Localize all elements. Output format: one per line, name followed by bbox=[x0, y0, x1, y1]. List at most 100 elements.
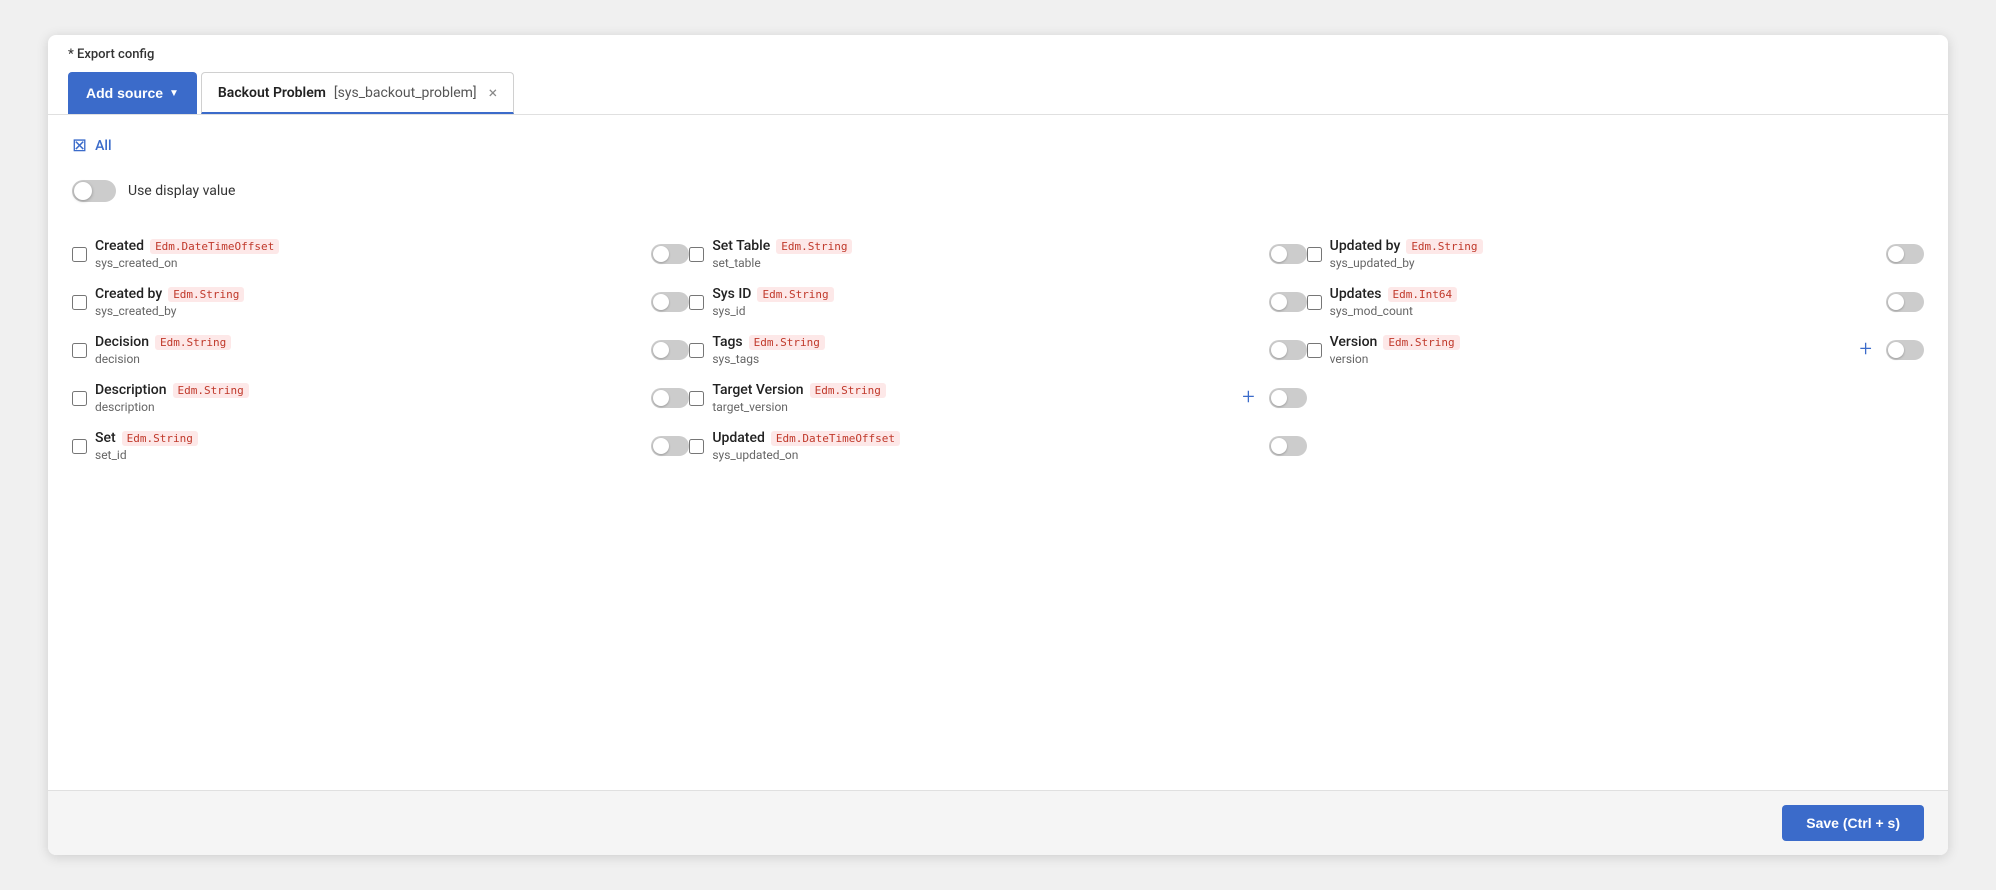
field-checkbox-version[interactable] bbox=[1307, 343, 1322, 358]
field-info: Created by Edm.String sys_created_by bbox=[95, 286, 643, 318]
tab-close-icon[interactable]: × bbox=[489, 85, 498, 101]
field-info: Target Version Edm.String target_version bbox=[712, 382, 1228, 414]
field-type-badge: Edm.String bbox=[776, 239, 852, 254]
field-name: Sys ID bbox=[712, 286, 751, 302]
tab-backout-problem[interactable]: Backout Problem [sys_backout_problem] × bbox=[201, 72, 514, 114]
use-display-value-toggle[interactable] bbox=[72, 180, 116, 202]
footer-bar: Save (Ctrl + s) bbox=[48, 790, 1948, 855]
field-row: Sys IDEdm.Stringsys_id bbox=[689, 278, 1306, 326]
field-display-toggle-sys_mod_count[interactable] bbox=[1886, 292, 1924, 312]
field-info: Description Edm.String description bbox=[95, 382, 643, 414]
field-checkbox-sys_updated_on[interactable] bbox=[689, 439, 704, 454]
field-display-toggle-version[interactable] bbox=[1886, 340, 1924, 360]
field-type-badge: Edm.Int64 bbox=[1388, 287, 1458, 302]
field-display-toggle-sys_updated_on[interactable] bbox=[1269, 436, 1307, 456]
add-condition-button[interactable]: + bbox=[1854, 337, 1878, 363]
field-checkbox-sys_created_on[interactable] bbox=[72, 247, 87, 262]
field-name: Updated by bbox=[1330, 238, 1401, 254]
field-info: VersionEdm.Stringversion bbox=[1330, 334, 1846, 366]
field-type-badge: Edm.String bbox=[168, 287, 244, 302]
save-button[interactable]: Save (Ctrl + s) bbox=[1782, 805, 1924, 841]
field-row: DecisionEdm.Stringdecision bbox=[72, 326, 689, 374]
field-display-toggle-sys_tags[interactable] bbox=[1269, 340, 1307, 360]
field-display-toggle-decision[interactable] bbox=[651, 340, 689, 360]
field-info: Sys IDEdm.Stringsys_id bbox=[712, 286, 1260, 318]
field-info: Set Table Edm.String set_table bbox=[712, 238, 1260, 270]
field-row: UpdatesEdm.Int64sys_mod_count bbox=[1307, 278, 1924, 326]
field-sys-name: description bbox=[95, 400, 643, 414]
field-sys-name: sys_created_on bbox=[95, 256, 643, 270]
filter-label[interactable]: All bbox=[95, 138, 111, 154]
filter-icon: ⊠ bbox=[72, 135, 87, 156]
field-checkbox-sys_created_by[interactable] bbox=[72, 295, 87, 310]
tab-name: Backout Problem bbox=[218, 85, 326, 101]
field-sys-name: sys_id bbox=[712, 304, 1260, 318]
header-bar: * Export config Add source ▼ Backout Pro… bbox=[48, 35, 1948, 115]
field-type-badge: Edm.DateTimeOffset bbox=[771, 431, 900, 446]
field-info: TagsEdm.Stringsys_tags bbox=[712, 334, 1260, 366]
field-checkbox-sys_tags[interactable] bbox=[689, 343, 704, 358]
fields-grid: CreatedEdm.DateTimeOffsetsys_created_onC… bbox=[72, 230, 1924, 470]
field-sys-name: sys_updated_on bbox=[712, 448, 1260, 462]
field-display-toggle-target_version[interactable] bbox=[1269, 388, 1307, 408]
field-display-toggle-set_id[interactable] bbox=[651, 436, 689, 456]
field-sys-name: target_version bbox=[712, 400, 1228, 414]
field-info: UpdatesEdm.Int64sys_mod_count bbox=[1330, 286, 1878, 318]
add-condition-button[interactable]: + bbox=[1236, 385, 1260, 411]
field-name: Tags bbox=[712, 334, 742, 350]
content-area: ⊠ All Use display value Created Edm.DateT… bbox=[48, 115, 1948, 790]
field-checkbox-target_version[interactable] bbox=[689, 391, 704, 406]
chevron-down-icon: ▼ bbox=[169, 88, 179, 99]
field-sys-name: set_id bbox=[95, 448, 643, 462]
field-checkbox-sys_mod_count[interactable] bbox=[1307, 295, 1322, 310]
field-name: Description bbox=[95, 382, 167, 398]
field-row: Created by Edm.String sys_created_by bbox=[72, 278, 689, 326]
field-name: Updated bbox=[712, 430, 765, 446]
field-checkbox-set_table[interactable] bbox=[689, 247, 704, 262]
field-name: Created by bbox=[95, 286, 162, 302]
field-row: Updated by Edm.String sys_updated_by bbox=[1307, 230, 1924, 278]
field-row: Set Edm.String set_id bbox=[72, 422, 689, 470]
field-checkbox-description[interactable] bbox=[72, 391, 87, 406]
field-info: DecisionEdm.Stringdecision bbox=[95, 334, 643, 366]
field-name: Target Version bbox=[712, 382, 803, 398]
field-display-toggle-sys_updated_by[interactable] bbox=[1886, 244, 1924, 264]
field-checkbox-sys_updated_by[interactable] bbox=[1307, 247, 1322, 262]
field-sys-name: sys_updated_by bbox=[1330, 256, 1878, 270]
field-type-badge: Edm.String bbox=[810, 383, 886, 398]
field-name: Created bbox=[95, 238, 144, 254]
field-row: TagsEdm.Stringsys_tags bbox=[689, 326, 1306, 374]
add-source-button[interactable]: Add source ▼ bbox=[68, 72, 197, 114]
field-type-badge: Edm.DateTimeOffset bbox=[150, 239, 279, 254]
field-info: Created Edm.DateTimeOffset sys_created_on bbox=[95, 238, 643, 270]
field-type-badge: Edm.String bbox=[173, 383, 249, 398]
field-sys-name: version bbox=[1330, 352, 1846, 366]
tab-sys-name: [sys_backout_problem] bbox=[334, 85, 477, 101]
field-name: Set bbox=[95, 430, 116, 446]
field-display-toggle-sys_created_on[interactable] bbox=[651, 244, 689, 264]
field-column-2: Set TableEdm.Stringset_tableSys IDEdm.St… bbox=[689, 230, 1306, 470]
field-row: Target Version Edm.String target_version + bbox=[689, 374, 1306, 422]
field-display-toggle-sys_created_by[interactable] bbox=[651, 292, 689, 312]
field-info: Updated Edm.DateTimeOffset sys_updated_on bbox=[712, 430, 1260, 462]
field-info: Set Edm.String set_id bbox=[95, 430, 643, 462]
field-display-toggle-set_table[interactable] bbox=[1269, 244, 1307, 264]
field-row: Set Table Edm.String set_table bbox=[689, 230, 1306, 278]
field-type-badge: Edm.String bbox=[749, 335, 825, 350]
field-display-toggle-sys_id[interactable] bbox=[1269, 292, 1307, 312]
add-source-label: Add source bbox=[86, 85, 163, 101]
field-name: Decision bbox=[95, 334, 149, 350]
field-row: VersionEdm.Stringversion + bbox=[1307, 326, 1924, 374]
field-type-badge: Edm.String bbox=[1406, 239, 1482, 254]
field-row: Created Edm.DateTimeOffset sys_created_on bbox=[72, 230, 689, 278]
field-name: Set Table bbox=[712, 238, 770, 254]
field-checkbox-sys_id[interactable] bbox=[689, 295, 704, 310]
export-config-label: * Export config bbox=[68, 47, 1928, 62]
field-sys-name: sys_created_by bbox=[95, 304, 643, 318]
field-type-badge: Edm.String bbox=[122, 431, 198, 446]
toggle-row: Use display value bbox=[72, 180, 1924, 202]
field-display-toggle-description[interactable] bbox=[651, 388, 689, 408]
field-checkbox-decision[interactable] bbox=[72, 343, 87, 358]
field-sys-name: set_table bbox=[712, 256, 1260, 270]
field-checkbox-set_id[interactable] bbox=[72, 439, 87, 454]
